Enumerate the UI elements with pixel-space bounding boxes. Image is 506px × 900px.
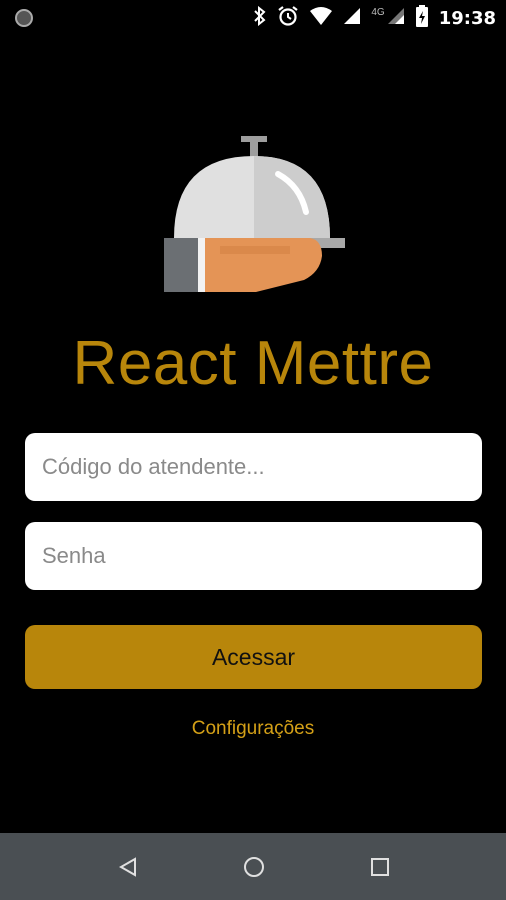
- signal-icon: [387, 7, 405, 30]
- status-bar: 4G 19:38: [0, 0, 506, 36]
- recents-icon[interactable]: [364, 851, 396, 883]
- settings-link[interactable]: Configurações: [0, 718, 506, 740]
- battery-charging-icon: [415, 4, 429, 33]
- attendant-code-field[interactable]: [25, 433, 482, 501]
- waiter-cloche-icon: [160, 134, 350, 294]
- app-title: React Mettre: [72, 329, 434, 398]
- bluetooth-icon: [253, 5, 267, 31]
- navigation-bar: [0, 833, 506, 900]
- status-time: 19:38: [438, 7, 496, 29]
- back-icon[interactable]: [112, 851, 144, 883]
- attendant-code-input[interactable]: [40, 453, 467, 481]
- network-type-label: 4G: [371, 6, 385, 18]
- password-input[interactable]: [40, 542, 467, 570]
- home-icon[interactable]: [238, 851, 270, 883]
- signal-icon: [343, 7, 361, 30]
- notification-dot-icon: [14, 8, 34, 33]
- password-field[interactable]: [25, 522, 482, 590]
- alarm-icon: [277, 5, 299, 32]
- access-button[interactable]: Acessar: [25, 625, 482, 689]
- wifi-icon: [309, 6, 333, 31]
